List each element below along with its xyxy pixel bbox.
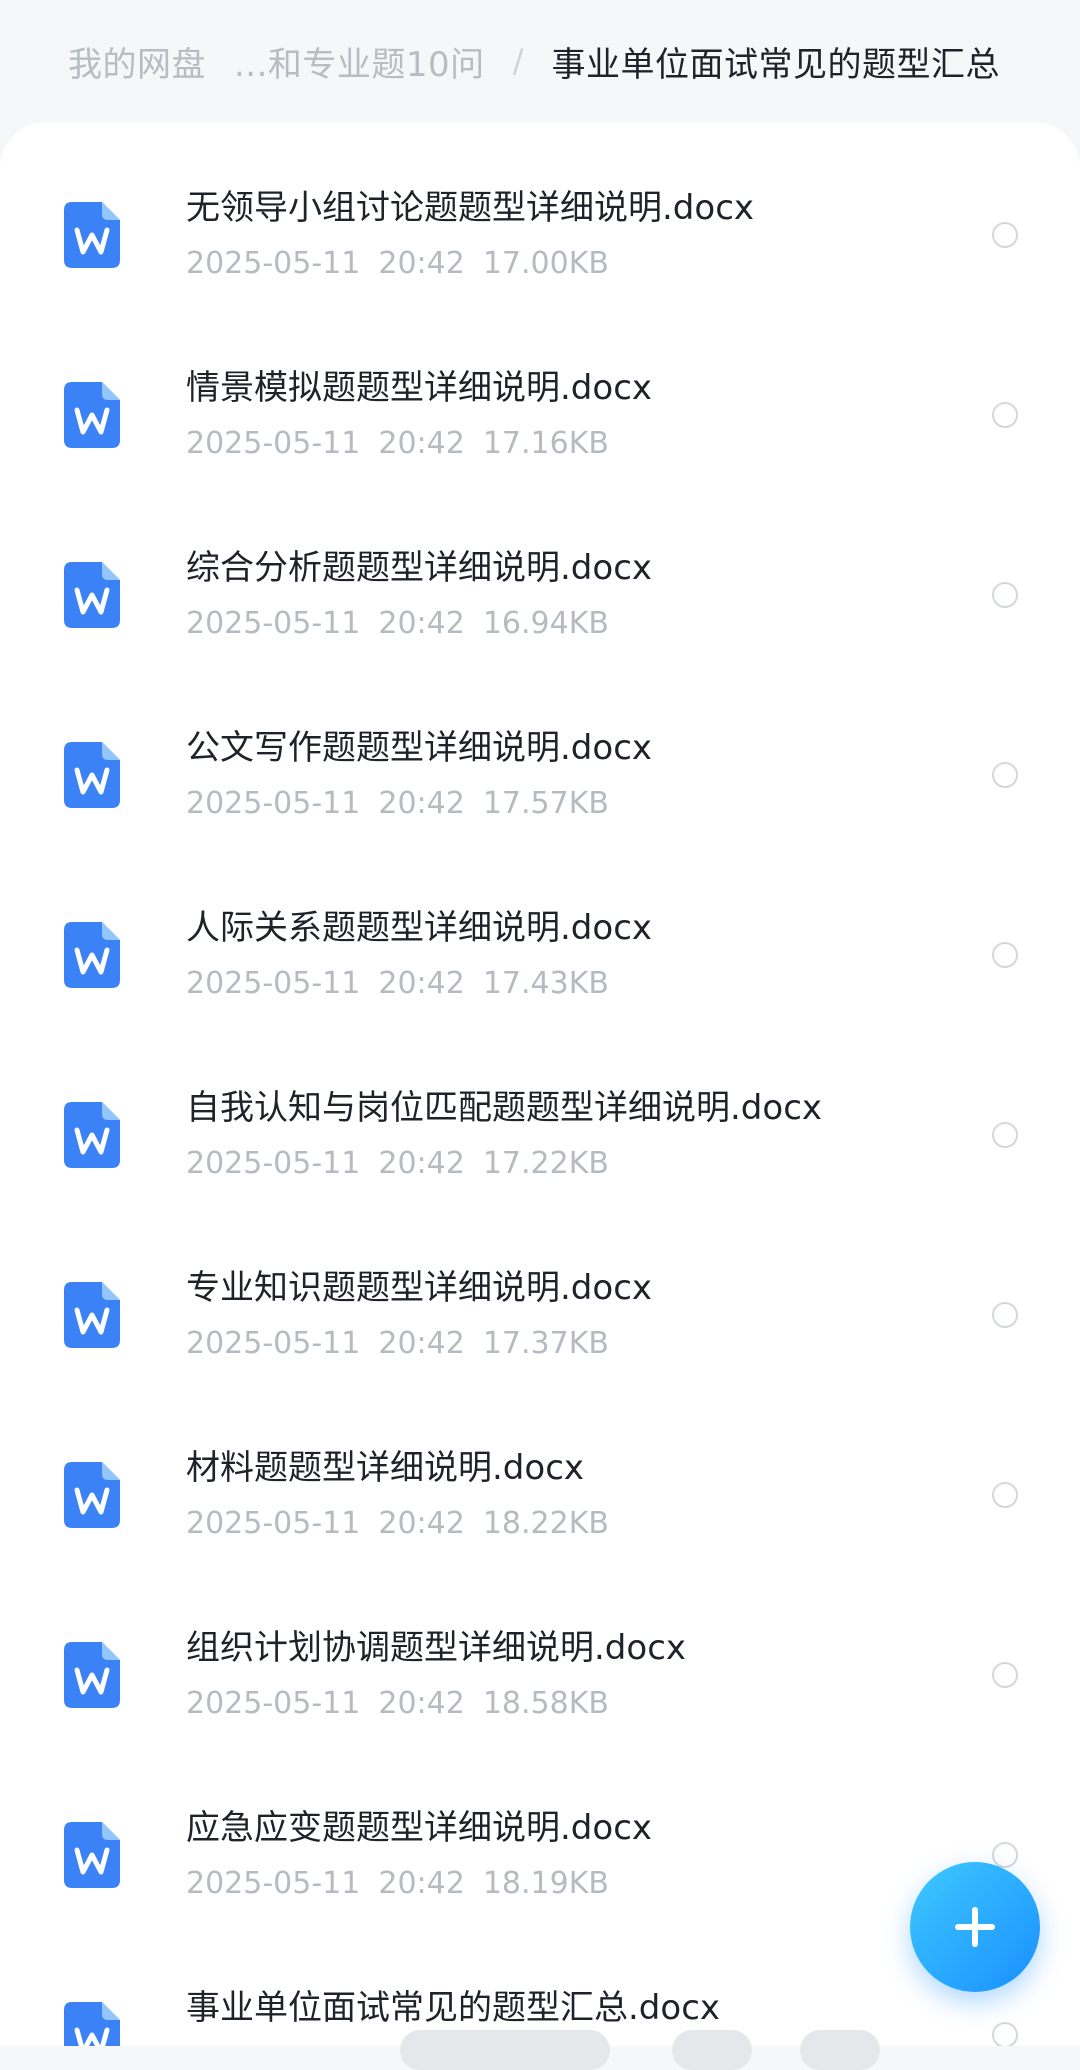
file-time: 20:42 xyxy=(378,1326,465,1361)
breadcrumb-separator: / xyxy=(512,42,524,80)
file-size: 16.94KB xyxy=(482,606,609,641)
file-time: 20:42 xyxy=(378,786,465,821)
file-date: 2025-05-11 xyxy=(186,1686,361,1721)
select-checkbox[interactable] xyxy=(992,1662,1018,1688)
file-name: 组织计划协调题型详细说明.docx xyxy=(186,1628,687,1668)
file-time: 20:42 xyxy=(378,426,465,461)
file-date: 2025-05-11 xyxy=(186,1506,361,1541)
file-meta: 2025-05-11 20:42 16.94KB xyxy=(186,604,609,644)
plus-icon xyxy=(955,1907,995,1947)
word-doc-icon xyxy=(64,922,120,988)
file-meta: 2025-05-11 20:42 18.19KB xyxy=(186,1864,609,1904)
file-name: 自我认知与岗位匹配题题型详细说明.docx xyxy=(186,1088,823,1128)
select-checkbox[interactable] xyxy=(992,1842,1018,1868)
file-name: 公文写作题题型详细说明.docx xyxy=(186,728,653,768)
select-checkbox[interactable] xyxy=(992,1482,1018,1508)
file-size: 17.22KB xyxy=(482,1146,609,1181)
select-checkbox[interactable] xyxy=(992,1302,1018,1328)
file-row[interactable]: 综合分析题题型详细说明.docx 2025-05-11 20:42 16.94KB xyxy=(0,482,1080,662)
file-time: 20:42 xyxy=(378,966,465,1001)
file-name: 应急应变题题型详细说明.docx xyxy=(186,1808,653,1848)
file-size: 17.43KB xyxy=(482,966,609,1001)
file-row[interactable]: 人际关系题题型详细说明.docx 2025-05-11 20:42 17.43KB xyxy=(0,842,1080,1022)
file-date: 2025-05-11 xyxy=(186,786,361,821)
word-doc-icon xyxy=(64,1642,120,1708)
file-row[interactable]: 专业知识题题型详细说明.docx 2025-05-11 20:42 17.37KB xyxy=(0,1202,1080,1382)
word-doc-icon xyxy=(64,1462,120,1528)
file-row[interactable]: 情景模拟题题型详细说明.docx 2025-05-11 20:42 17.16KB xyxy=(0,302,1080,482)
file-name: 材料题题型详细说明.docx xyxy=(186,1448,585,1488)
select-checkbox[interactable] xyxy=(992,402,1018,428)
file-date: 2025-05-11 xyxy=(186,1326,361,1361)
word-doc-icon xyxy=(64,202,120,268)
file-meta: 2025-05-11 20:42 17.43KB xyxy=(186,964,609,1004)
file-list: 无领导小组讨论题题型详细说明.docx 2025-05-11 20:42 17.00K… xyxy=(0,122,1080,2046)
word-doc-icon xyxy=(64,382,120,448)
file-size: 18.58KB xyxy=(482,1686,609,1721)
file-size: 17.37KB xyxy=(482,1326,609,1361)
file-row[interactable]: 自我认知与岗位匹配题题型详细说明.docx 2025-05-11 20:42 17.2… xyxy=(0,1022,1080,1202)
file-name: 综合分析题题型详细说明.docx xyxy=(186,548,653,588)
select-checkbox[interactable] xyxy=(992,762,1018,788)
file-size: 18.19KB xyxy=(482,1866,609,1901)
file-date: 2025-05-11 xyxy=(186,1146,361,1181)
file-name: 情景模拟题题型详细说明.docx xyxy=(186,368,653,408)
file-meta: 2025-05-11 20:42 18.22KB xyxy=(186,1504,609,1544)
file-row[interactable]: 公文写作题题型详细说明.docx 2025-05-11 20:42 17.57KB xyxy=(0,662,1080,842)
word-doc-icon xyxy=(64,1282,120,1348)
word-doc-icon xyxy=(64,2002,120,2046)
file-row[interactable]: 无领导小组讨论题题型详细说明.docx 2025-05-11 20:42 17.00K… xyxy=(0,122,1080,302)
word-doc-icon xyxy=(64,742,120,808)
file-time: 20:42 xyxy=(378,606,465,641)
file-date: 2025-05-11 xyxy=(186,1866,361,1901)
file-meta: 2025-05-11 20:42 17.16KB xyxy=(186,424,609,464)
file-time: 20:42 xyxy=(378,1146,465,1181)
file-name: 专业知识题题型详细说明.docx xyxy=(186,1268,653,1308)
breadcrumb-root[interactable]: 我的网盘 xyxy=(68,37,206,86)
file-date: 2025-05-11 xyxy=(186,606,361,641)
file-size: 17.57KB xyxy=(482,786,609,821)
file-meta: 2025-05-11 20:42 17.57KB xyxy=(186,784,609,824)
select-checkbox[interactable] xyxy=(992,942,1018,968)
file-size: 18.22KB xyxy=(482,1506,609,1541)
file-meta: 2025-05-11 20:42 17.22KB xyxy=(186,1144,609,1184)
file-row[interactable]: 材料题题型详细说明.docx 2025-05-11 20:42 18.22KB xyxy=(0,1382,1080,1562)
file-date: 2025-05-11 xyxy=(186,426,361,461)
word-doc-icon xyxy=(64,562,120,628)
file-name: 事业单位面试常见的题型汇总.docx xyxy=(186,1988,721,2028)
breadcrumb-current: 事业单位面试常见的题型汇总 xyxy=(551,44,1000,85)
file-row[interactable]: 组织计划协调题型详细说明.docx 2025-05-11 20:42 18.58KB xyxy=(0,1562,1080,1742)
file-size: 17.16KB xyxy=(482,426,609,461)
bottom-nav-pill[interactable] xyxy=(800,2030,880,2070)
file-time: 20:42 xyxy=(378,246,465,281)
file-time: 20:42 xyxy=(378,1866,465,1901)
file-date: 2025-05-11 xyxy=(186,246,361,281)
file-size: 17.00KB xyxy=(482,246,609,281)
breadcrumb-parent[interactable]: ...和专业题10问 xyxy=(234,37,485,86)
file-meta: 2025-05-11 20:42 17.00KB xyxy=(186,244,609,284)
select-checkbox[interactable] xyxy=(992,2022,1018,2046)
select-checkbox[interactable] xyxy=(992,582,1018,608)
file-time: 20:42 xyxy=(378,1506,465,1541)
bottom-nav-pill[interactable] xyxy=(400,2030,610,2070)
file-name: 人际关系题题型详细说明.docx xyxy=(186,908,653,948)
add-button[interactable] xyxy=(910,1862,1040,1992)
file-date: 2025-05-11 xyxy=(186,966,361,1001)
word-doc-icon xyxy=(64,1822,120,1888)
file-name: 无领导小组讨论题题型详细说明.docx xyxy=(186,188,755,228)
word-doc-icon xyxy=(64,1102,120,1168)
file-time: 20:42 xyxy=(378,1686,465,1721)
bottom-nav-pill[interactable] xyxy=(672,2030,752,2070)
select-checkbox[interactable] xyxy=(992,1122,1018,1148)
select-checkbox[interactable] xyxy=(992,222,1018,248)
file-meta: 2025-05-11 20:42 18.58KB xyxy=(186,1684,609,1724)
file-meta: 2025-05-11 20:42 17.37KB xyxy=(186,1324,609,1364)
breadcrumb: 我的网盘 ...和专业题10问 / 事业单位面试常见的题型汇总 xyxy=(0,0,1080,122)
